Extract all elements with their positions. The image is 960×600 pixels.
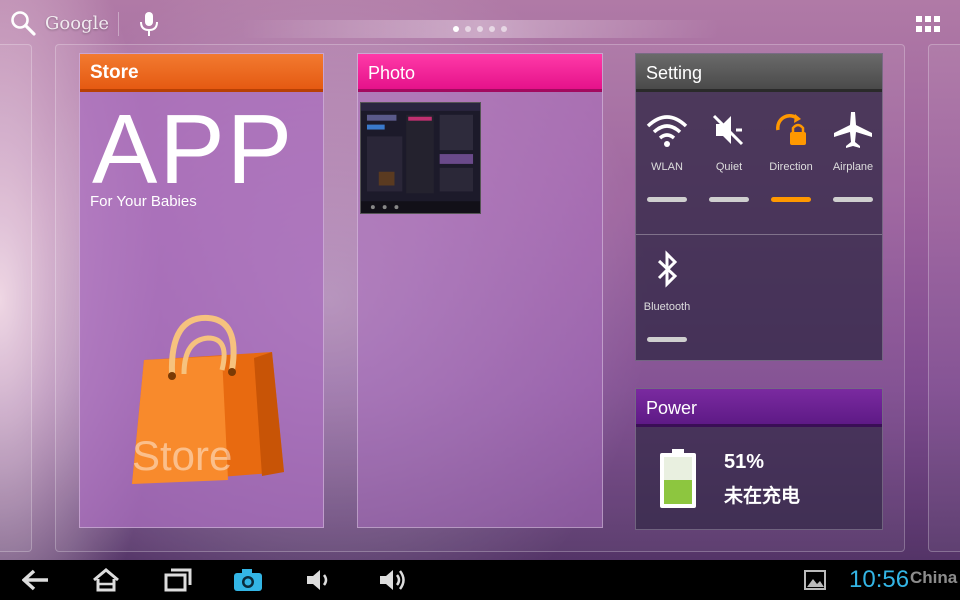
store-widget-title: Store xyxy=(80,54,323,92)
bluetooth-status-bar xyxy=(647,337,687,342)
next-screen-edge[interactable] xyxy=(928,44,960,552)
battery-percent: 51% xyxy=(724,451,765,473)
store-headline: APP xyxy=(92,94,295,204)
top-bar: Google xyxy=(0,0,960,48)
battery-icon xyxy=(660,449,696,508)
home-icon xyxy=(93,568,119,592)
photo-thumbnail[interactable] xyxy=(360,102,481,214)
power-widget[interactable]: Power 51% 未在充电 xyxy=(635,388,883,530)
charging-status: 未在充电 xyxy=(724,485,801,507)
topbar-divider xyxy=(118,12,119,36)
quiet-label: Quiet xyxy=(715,161,743,173)
system-nav-bar: 10:56 China xyxy=(0,560,960,600)
recent-apps-icon xyxy=(164,568,192,592)
wifi-icon xyxy=(646,115,688,147)
shopping-bag-icon[interactable]: Store xyxy=(122,312,292,492)
bluetooth-toggle[interactable]: Bluetooth xyxy=(636,250,698,370)
bag-store-text: Store xyxy=(132,432,232,479)
setting-widget: Setting WLAN Quiet Direction Airplane Bl… xyxy=(635,53,883,361)
quiet-status-bar xyxy=(709,197,749,202)
quiet-toggle[interactable]: Quiet xyxy=(698,110,760,230)
direction-label: Direction xyxy=(769,161,813,173)
store-subtitle: For Your Babies xyxy=(90,193,197,210)
photo-widget[interactable]: Photo xyxy=(357,53,603,528)
home-button[interactable] xyxy=(86,566,126,594)
photo-widget-title: Photo xyxy=(358,54,602,92)
wlan-status-bar xyxy=(647,197,687,202)
search-icon[interactable] xyxy=(10,10,36,36)
gallery-notification-icon[interactable] xyxy=(804,570,826,590)
page-dot-active[interactable] xyxy=(453,26,459,32)
volume-up-icon xyxy=(380,570,405,590)
direction-status-bar xyxy=(771,197,811,202)
wlan-toggle[interactable]: WLAN xyxy=(636,110,698,230)
page-dot[interactable] xyxy=(501,26,507,32)
watermark-logo: China xyxy=(910,568,958,587)
bluetooth-label: Bluetooth xyxy=(643,301,691,313)
status-clock[interactable]: 10:56 xyxy=(849,566,909,594)
recent-apps-button[interactable] xyxy=(158,566,198,594)
setting-widget-title: Setting xyxy=(636,54,882,92)
airplane-status-bar xyxy=(833,197,873,202)
setting-divider xyxy=(636,234,882,235)
direction-toggle[interactable]: Direction xyxy=(760,110,822,230)
back-button[interactable] xyxy=(16,566,56,594)
volume-up-button[interactable] xyxy=(372,566,412,594)
previous-screen-edge[interactable] xyxy=(0,44,32,552)
page-dot[interactable] xyxy=(477,26,483,32)
screenshot-icon xyxy=(234,569,262,591)
back-icon xyxy=(22,569,48,591)
microphone-icon[interactable] xyxy=(138,10,160,38)
bluetooth-icon xyxy=(657,250,678,288)
power-widget-title: Power xyxy=(636,389,882,427)
page-dot[interactable] xyxy=(489,26,495,32)
volume-down-button[interactable] xyxy=(298,566,338,594)
volume-down-icon xyxy=(307,570,328,590)
airplane-toggle[interactable]: Airplane xyxy=(822,110,884,230)
airplane-label: Airplane xyxy=(832,161,874,173)
screenshot-button[interactable] xyxy=(228,566,268,594)
page-dot[interactable] xyxy=(465,26,471,32)
speaker-muted-icon xyxy=(712,114,744,146)
all-apps-icon[interactable] xyxy=(916,16,940,33)
wlan-label: WLAN xyxy=(651,161,683,173)
store-widget[interactable]: Store APP For Your Babies Store xyxy=(79,53,324,528)
airplane-icon xyxy=(834,112,872,148)
page-indicator xyxy=(240,20,720,38)
rotation-lock-icon xyxy=(776,114,806,145)
google-search-label[interactable]: Google xyxy=(45,13,109,34)
